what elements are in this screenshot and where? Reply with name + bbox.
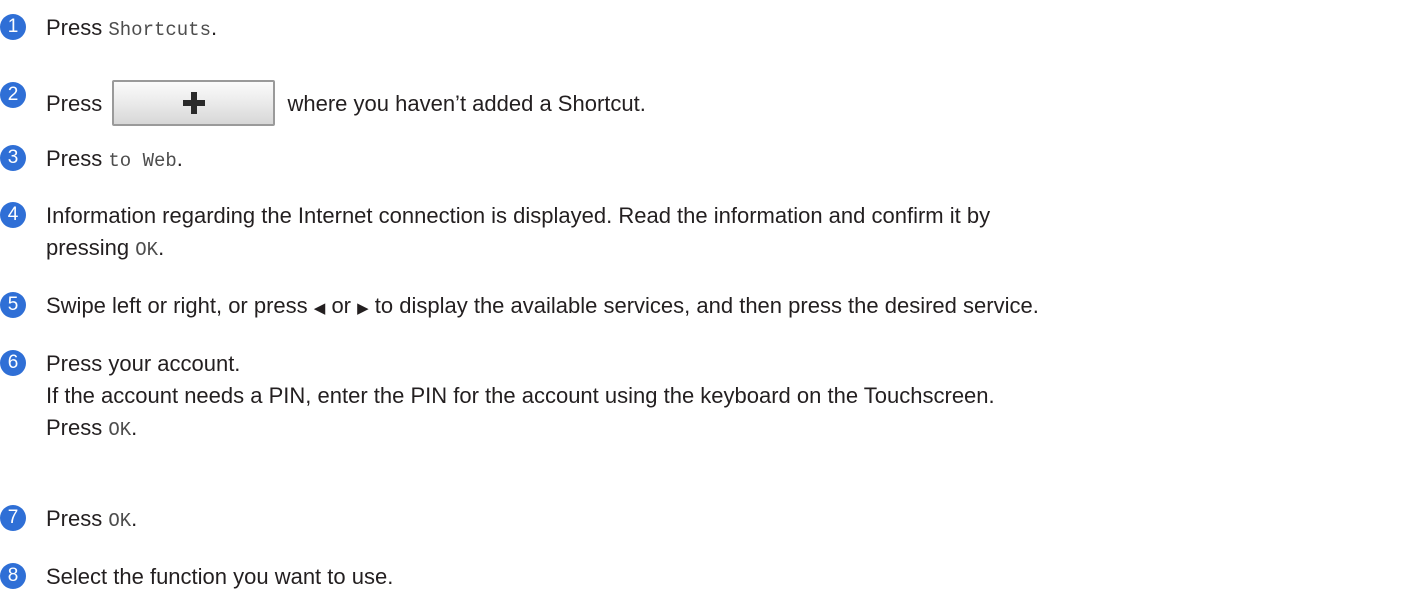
step-text-suffix: where you haven’t added a Shortcut. bbox=[287, 90, 646, 116]
step-text-prefix: Press bbox=[46, 146, 109, 171]
step-text: Swipe left or right, or press ◀ or ▶ to … bbox=[46, 292, 1401, 323]
step-text-suffix: . bbox=[176, 146, 183, 171]
step-number-badge: 2 bbox=[0, 82, 26, 108]
ui-label-ok: OK bbox=[108, 419, 132, 441]
step-text: Press OK. bbox=[46, 505, 1401, 535]
step-text: Press your account. If the account needs… bbox=[46, 350, 1401, 444]
plus-icon-stroke bbox=[190, 92, 197, 114]
step-text-prefix: Press bbox=[46, 415, 109, 440]
step-text-prefix: pressing bbox=[46, 235, 136, 260]
step-text-line: Information regarding the Internet conne… bbox=[46, 203, 991, 228]
step-text-prefix: Press bbox=[46, 15, 109, 40]
step-text-suffix: . bbox=[131, 415, 138, 440]
step-number-badge: 3 bbox=[0, 145, 26, 171]
step-number-badge: 4 bbox=[0, 202, 26, 228]
step-text: Press where you haven’t added a Shortcut… bbox=[46, 80, 1401, 128]
step-text-prefix: Press bbox=[46, 506, 109, 531]
step-text-prefix: Press bbox=[46, 90, 103, 116]
step-text-suffix: . bbox=[131, 506, 138, 531]
ui-label-ok: OK bbox=[135, 239, 159, 261]
right-arrow-icon: ▶ bbox=[357, 300, 369, 317]
ui-label-shortcuts: Shortcuts bbox=[108, 19, 211, 41]
step-text: Information regarding the Internet conne… bbox=[46, 202, 1401, 264]
step-text: Press Shortcuts. bbox=[46, 14, 1401, 44]
ui-label-ok: OK bbox=[108, 510, 132, 532]
ui-label-to-web: to Web bbox=[108, 150, 177, 172]
step-text: Press to Web. bbox=[46, 145, 1401, 175]
step-text-line: Press OK. bbox=[46, 414, 1401, 444]
add-shortcut-button-image bbox=[112, 80, 276, 126]
step-text: Select the function you want to use. bbox=[46, 564, 394, 589]
step-text-part: to display the available services, and t… bbox=[368, 293, 1039, 318]
step-number-badge: 1 bbox=[0, 14, 26, 40]
step-text-part: or bbox=[325, 293, 358, 318]
step-text-suffix: . bbox=[210, 15, 218, 40]
step-number-badge: 6 bbox=[0, 350, 26, 376]
step-text-part: Swipe left or right, or press bbox=[46, 293, 314, 318]
step-text-line: pressing OK. bbox=[46, 234, 1401, 264]
step-number-badge: 7 bbox=[0, 505, 26, 531]
step-number-badge: 8 bbox=[0, 563, 26, 589]
step-text-line: If the account needs a PIN, enter the PI… bbox=[46, 383, 995, 408]
step-text-suffix: . bbox=[158, 235, 165, 260]
step-number-badge: 5 bbox=[0, 292, 26, 318]
step-text-line: Press your account. bbox=[46, 351, 241, 376]
left-arrow-icon: ◀ bbox=[313, 300, 326, 317]
